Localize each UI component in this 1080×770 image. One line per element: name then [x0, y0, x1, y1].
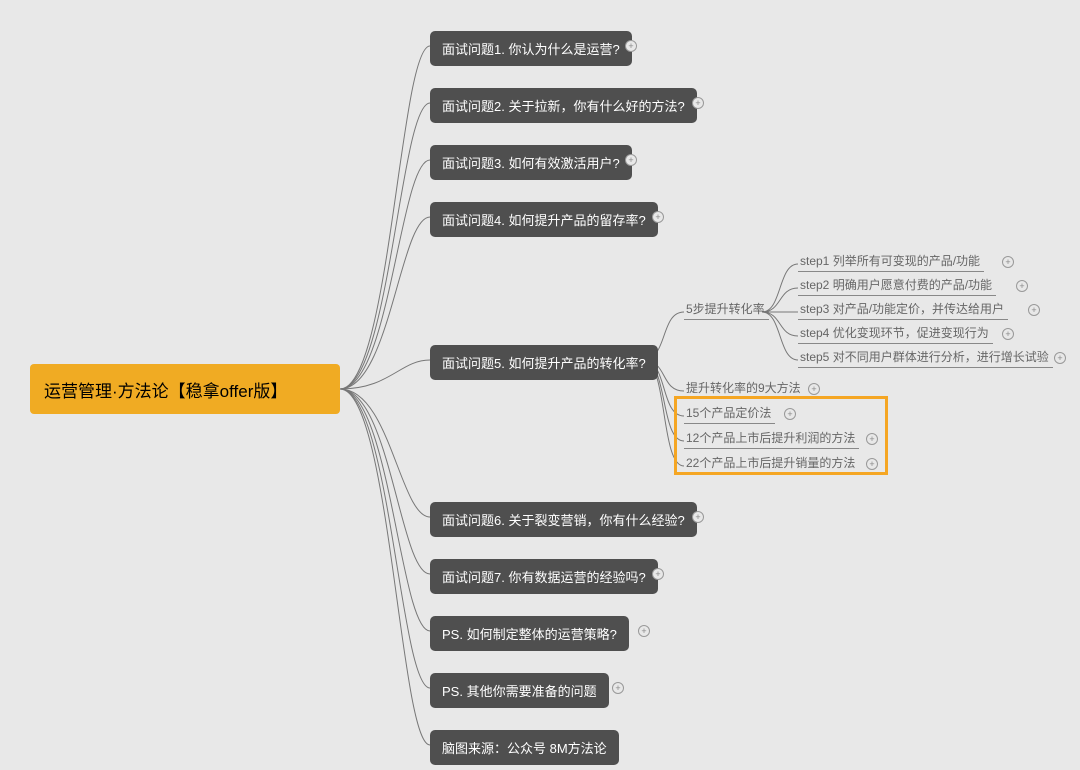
expand-icon[interactable]: + [625, 40, 637, 52]
node-q4[interactable]: 面试问题4. 如何提升产品的留存率? [430, 202, 658, 237]
mindmap-canvas: 运营管理·方法论【稳拿offer版】 面试问题1. 你认为什么是运营? + 面试… [0, 0, 1080, 770]
highlight-box [674, 396, 888, 475]
node-q7[interactable]: 面试问题7. 你有数据运营的经验吗? [430, 559, 658, 594]
node-source[interactable]: 脑图来源：公众号 8M方法论 [430, 730, 619, 765]
node-q3[interactable]: 面试问题3. 如何有效激活用户? [430, 145, 632, 180]
expand-icon[interactable]: + [1002, 256, 1014, 268]
expand-icon[interactable]: + [625, 154, 637, 166]
expand-icon[interactable]: + [652, 211, 664, 223]
expand-icon[interactable]: + [1028, 304, 1040, 316]
node-q5[interactable]: 面试问题5. 如何提升产品的转化率? [430, 345, 658, 380]
expand-icon[interactable]: + [1054, 352, 1066, 364]
node-step2[interactable]: step2 明确用户愿意付费的产品/功能 [798, 276, 996, 296]
expand-icon[interactable]: + [612, 682, 624, 694]
root-node[interactable]: 运营管理·方法论【稳拿offer版】 [30, 364, 340, 414]
expand-icon[interactable]: + [1002, 328, 1014, 340]
expand-icon[interactable]: + [808, 383, 820, 395]
expand-icon[interactable]: + [638, 625, 650, 637]
node-ps2[interactable]: PS. 其他你需要准备的问题 [430, 673, 609, 708]
expand-icon[interactable]: + [692, 97, 704, 109]
expand-icon[interactable]: + [652, 568, 664, 580]
node-q6[interactable]: 面试问题6. 关于裂变营销，你有什么经验? [430, 502, 697, 537]
node-step5[interactable]: step5 对不同用户群体进行分析，进行增长试验 [798, 348, 1053, 368]
node-step3[interactable]: step3 对产品/功能定价，并传达给用户 [798, 300, 1008, 320]
root-title: 运营管理·方法论【稳拿offer版】 [44, 377, 287, 402]
node-step1[interactable]: step1 列举所有可变现的产品/功能 [798, 252, 984, 272]
node-step4[interactable]: step4 优化变现环节，促进变现行为 [798, 324, 993, 344]
expand-icon[interactable]: + [1016, 280, 1028, 292]
node-q1[interactable]: 面试问题1. 你认为什么是运营? [430, 31, 632, 66]
node-q2[interactable]: 面试问题2. 关于拉新，你有什么好的方法? [430, 88, 697, 123]
expand-icon[interactable]: + [692, 511, 704, 523]
node-q5-c1[interactable]: 5步提升转化率 [684, 300, 769, 320]
node-ps1[interactable]: PS. 如何制定整体的运营策略? [430, 616, 629, 651]
